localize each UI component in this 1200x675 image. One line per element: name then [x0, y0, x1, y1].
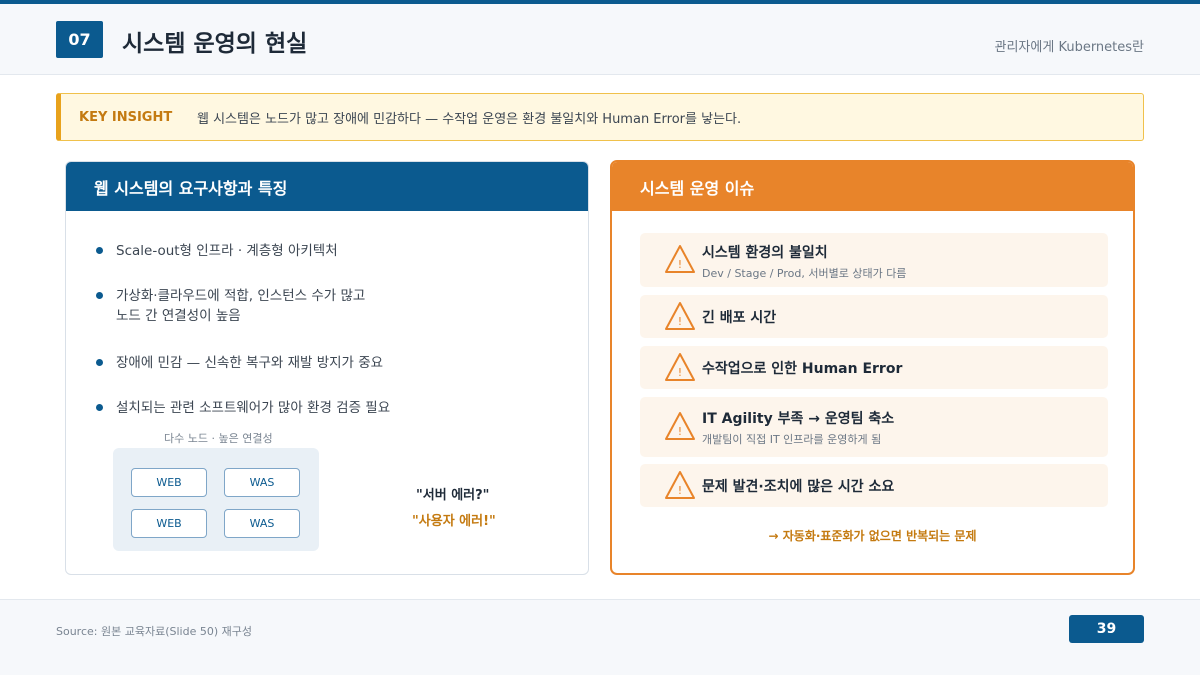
svg-text:!: !: [678, 258, 682, 271]
requirement-text: 가상화·클라우드에 적합, 인스턴스 수가 많고: [116, 288, 366, 304]
server-error-quote: "서버 에러?": [416, 488, 490, 503]
svg-text:!: !: [678, 484, 682, 497]
page-title: 시스템 운영의 현실: [122, 31, 308, 57]
issue-title: 긴 배포 시간: [702, 310, 777, 326]
requirements-panel: 웹 시스템의 요구사항과 특징 Scale-out형 인프라 · 계층형 아키텍…: [65, 161, 589, 575]
warning-triangle-icon: !: [665, 353, 695, 381]
key-insight-label: KEY INSIGHT: [79, 109, 173, 125]
issues-conclusion-note: → 자동화·표준화가 없으면 반복되는 문제: [768, 529, 977, 543]
footer: Source: 원본 교육자료(Slide 50) 재구성 39: [0, 599, 1200, 675]
warning-triangle-icon: !: [665, 245, 695, 273]
header: 07 시스템 운영의 현실 관리자에게 Kubernetes란: [0, 4, 1200, 75]
was-node: WAS: [224, 468, 300, 497]
key-insight-text: 웹 시스템은 노드가 많고 장애에 민감하다 — 수작업 운영은 환경 불일치와…: [197, 111, 742, 127]
requirement-text: 장애에 민감 — 신속한 복구와 재발 방지가 중요: [116, 355, 384, 371]
operations-issues-panel: 시스템 운영 이슈 ! 시스템 환경의 불일치 Dev / Stage / Pr…: [610, 160, 1135, 575]
requirements-panel-title: 웹 시스템의 요구사항과 특징: [66, 162, 588, 211]
node-diagram-caption: 다수 노드 · 높은 연결성: [164, 432, 273, 445]
node-diagram: WEB WAS WEB WAS: [113, 448, 319, 551]
issue-card: ! 문제 발견·조치에 많은 시간 소요: [640, 464, 1108, 507]
was-node: WAS: [224, 509, 300, 538]
issue-subtitle: Dev / Stage / Prod, 서버별로 상태가 다름: [702, 267, 907, 280]
warning-triangle-icon: !: [665, 412, 695, 440]
requirement-item: Scale-out형 인프라 · 계층형 아키텍처: [94, 241, 554, 261]
bullet-dot-icon: [96, 247, 103, 254]
issue-card: ! 긴 배포 시간: [640, 295, 1108, 338]
issue-title: 문제 발견·조치에 많은 시간 소요: [702, 479, 895, 495]
bullet-dot-icon: [96, 359, 103, 366]
issue-card: ! 수작업으로 인한 Human Error: [640, 346, 1108, 389]
issue-title: 시스템 환경의 불일치: [702, 245, 828, 261]
key-insight-box: KEY INSIGHT 웹 시스템은 노드가 많고 장애에 민감하다 — 수작업…: [56, 93, 1144, 141]
svg-text:!: !: [678, 425, 682, 438]
issue-subtitle: 개발팀이 직접 IT 인프라를 운영하게 됨: [702, 433, 882, 446]
warning-triangle-icon: !: [665, 302, 695, 330]
requirement-text: Scale-out형 인프라 · 계층형 아키텍처: [116, 243, 338, 259]
requirement-text-line2: 노드 간 연결성이 높음: [116, 308, 241, 324]
issue-title: IT Agility 부족 → 운영팀 축소: [702, 411, 895, 427]
header-subtitle: 관리자에게 Kubernetes란: [994, 40, 1144, 55]
web-node: WEB: [131, 468, 207, 497]
issue-card: ! IT Agility 부족 → 운영팀 축소 개발팀이 직접 IT 인프라를…: [640, 397, 1108, 457]
warning-triangle-icon: !: [665, 471, 695, 499]
requirement-item: 가상화·클라우드에 적합, 인스턴스 수가 많고 노드 간 연결성이 높음: [94, 286, 554, 326]
svg-text:!: !: [678, 366, 682, 379]
svg-text:!: !: [678, 315, 682, 328]
bullet-dot-icon: [96, 404, 103, 411]
bullet-dot-icon: [96, 292, 103, 299]
page-number-badge: 39: [1069, 615, 1144, 643]
issue-card: ! 시스템 환경의 불일치 Dev / Stage / Prod, 서버별로 상…: [640, 233, 1108, 287]
section-number-badge: 07: [56, 21, 103, 58]
source-citation: Source: 원본 교육자료(Slide 50) 재구성: [56, 625, 252, 638]
user-error-quote: "사용자 에러!": [412, 514, 496, 529]
operations-issues-title: 시스템 운영 이슈: [612, 162, 1133, 211]
web-node: WEB: [131, 509, 207, 538]
requirement-text: 설치되는 관련 소프트웨어가 많아 환경 검증 필요: [116, 400, 391, 416]
requirement-item: 설치되는 관련 소프트웨어가 많아 환경 검증 필요: [94, 398, 554, 418]
issue-title: 수작업으로 인한 Human Error: [702, 361, 903, 377]
requirement-item: 장애에 민감 — 신속한 복구와 재발 방지가 중요: [94, 353, 554, 373]
